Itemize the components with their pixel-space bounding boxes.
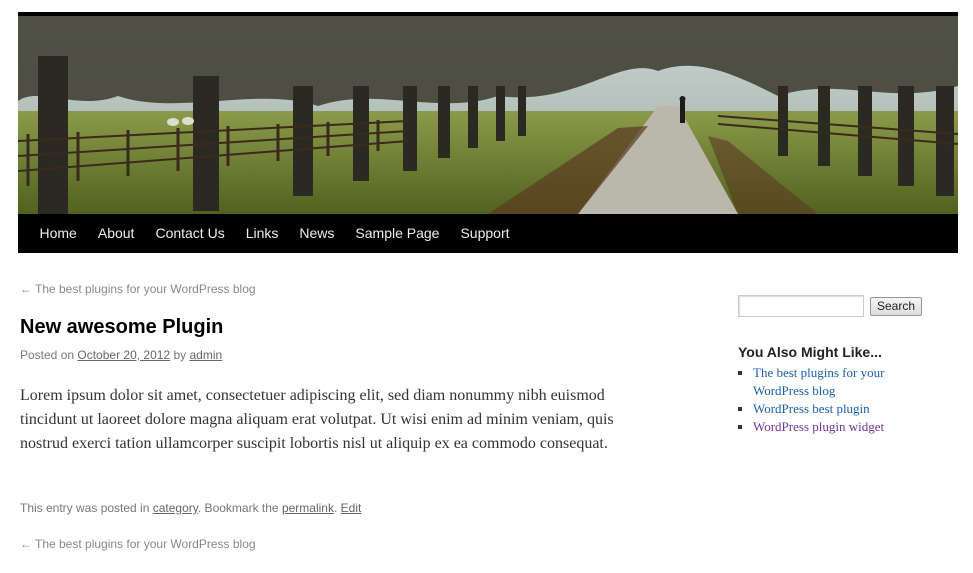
nav-item-links[interactable]: Links	[235, 214, 289, 253]
by-label: by	[173, 348, 187, 362]
header-image	[18, 16, 958, 214]
nav-item-sample-page[interactable]: Sample Page	[345, 214, 450, 253]
search-button[interactable]: Search	[870, 296, 923, 316]
edit-link[interactable]: Edit	[341, 501, 362, 515]
previous-post-link[interactable]: The best plugins for your WordPress blog	[35, 282, 256, 296]
posted-on-label: Posted on	[20, 348, 75, 362]
related-links-list: The best plugins for your WordPress blog…	[738, 364, 938, 436]
period-label: .	[333, 501, 338, 515]
posted-in-label: This entry was posted in	[20, 501, 150, 515]
related-widget-title: You Also Might Like...	[738, 344, 882, 360]
post-title: New awesome Plugin	[20, 316, 224, 338]
nav-item-contact-us[interactable]: Contact Us	[145, 214, 235, 253]
post-footer-meta: This entry was posted in category. Bookm…	[20, 501, 361, 515]
permalink-link[interactable]: permalink	[282, 501, 334, 515]
post-meta: Posted on October 20, 2012 by admin	[20, 348, 222, 362]
nav-item-support[interactable]: Support	[450, 214, 520, 253]
nav-item-news[interactable]: News	[289, 214, 345, 253]
left-arrow-icon: ←	[20, 537, 32, 551]
main-navigation: Home About Contact Us Links News Sample …	[18, 214, 958, 253]
nav-item-home[interactable]: Home	[29, 214, 87, 253]
previous-post-nav-bottom: ← The best plugins for your WordPress blo…	[20, 537, 256, 551]
post-date-link[interactable]: October 20, 2012	[77, 348, 170, 362]
related-link[interactable]: The best plugins for your WordPress blog	[753, 365, 884, 398]
bookmark-label: . Bookmark the	[197, 501, 279, 515]
list-item: The best plugins for your WordPress blog	[753, 364, 938, 400]
nav-item-about[interactable]: About	[87, 214, 145, 253]
previous-post-link-bottom[interactable]: The best plugins for your WordPress blog	[35, 537, 256, 551]
category-link[interactable]: category	[153, 501, 198, 515]
search-form: Search	[738, 295, 938, 317]
header-illustration	[18, 16, 958, 214]
search-input[interactable]	[738, 295, 864, 317]
related-link[interactable]: WordPress best plugin	[753, 401, 870, 416]
sidebar: Search You Also Might Like... The best p…	[738, 295, 938, 436]
author-link[interactable]: admin	[190, 348, 223, 362]
site-wrapper: Home About Contact Us Links News Sample …	[18, 12, 958, 253]
related-link[interactable]: WordPress plugin widget	[753, 419, 884, 434]
post-body: Lorem ipsum dolor sit amet, consectetuer…	[20, 387, 614, 452]
list-item: WordPress best plugin	[753, 400, 938, 418]
left-arrow-icon: ←	[20, 282, 32, 296]
previous-post-nav-top: ← The best plugins for your WordPress blo…	[20, 282, 256, 296]
list-item: WordPress plugin widget	[753, 418, 938, 436]
